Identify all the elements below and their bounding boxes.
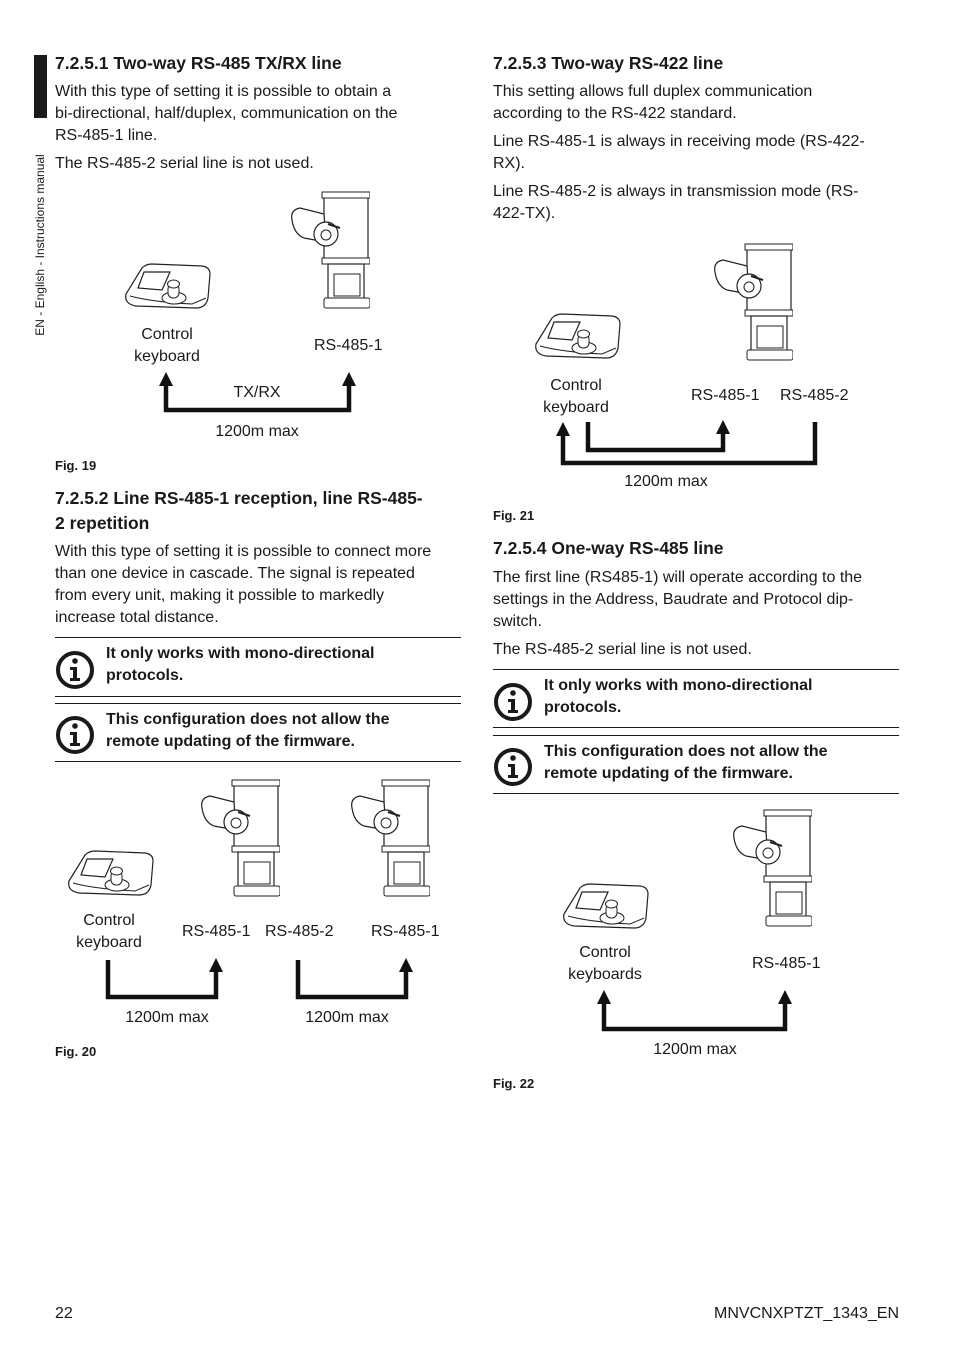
connection-arrow <box>597 990 792 1032</box>
fig-caption: Fig. 22 <box>493 1076 535 1091</box>
document-code: MNVCNXPTZT_1343_EN <box>714 1305 899 1322</box>
distance-label: 1200m max <box>653 1041 737 1058</box>
page-number: 22 <box>55 1305 73 1322</box>
manual-page: EN - English - Instructions manual 7.2.5… <box>0 0 954 1354</box>
